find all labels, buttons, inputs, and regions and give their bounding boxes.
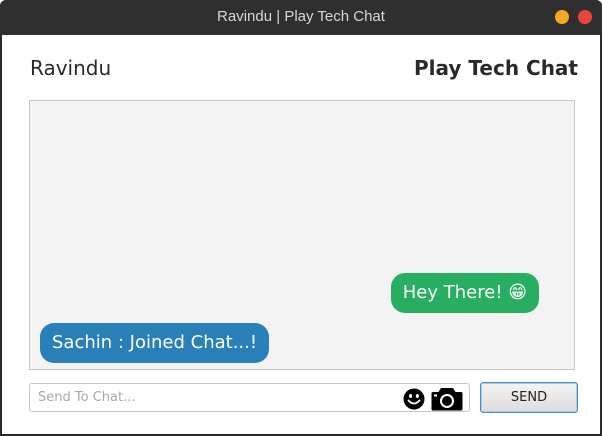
app-window: Ravindu | Play Tech Chat Ravindu Play Te… [0,0,602,436]
username-label: Ravindu [30,56,112,80]
outgoing-message-bubble: Hey There! 😁 [390,273,539,313]
main-panel: Ravindu Play Tech Chat Hey There! 😁 Sach… [2,35,600,434]
send-button[interactable]: SEND [480,382,578,413]
app-title: Play Tech Chat [414,56,578,80]
window-title: Ravindu | Play Tech Chat [217,8,385,25]
camera-icon[interactable] [431,386,463,411]
minimize-button[interactable] [555,10,569,24]
smiley-icon[interactable] [403,388,425,410]
close-button[interactable] [578,10,592,24]
incoming-message-bubble: Sachin : Joined Chat...! [40,323,270,363]
title-bar: Ravindu | Play Tech Chat [0,0,602,35]
chat-message-area[interactable]: Hey There! 😁 Sachin : Joined Chat...! [29,100,575,370]
